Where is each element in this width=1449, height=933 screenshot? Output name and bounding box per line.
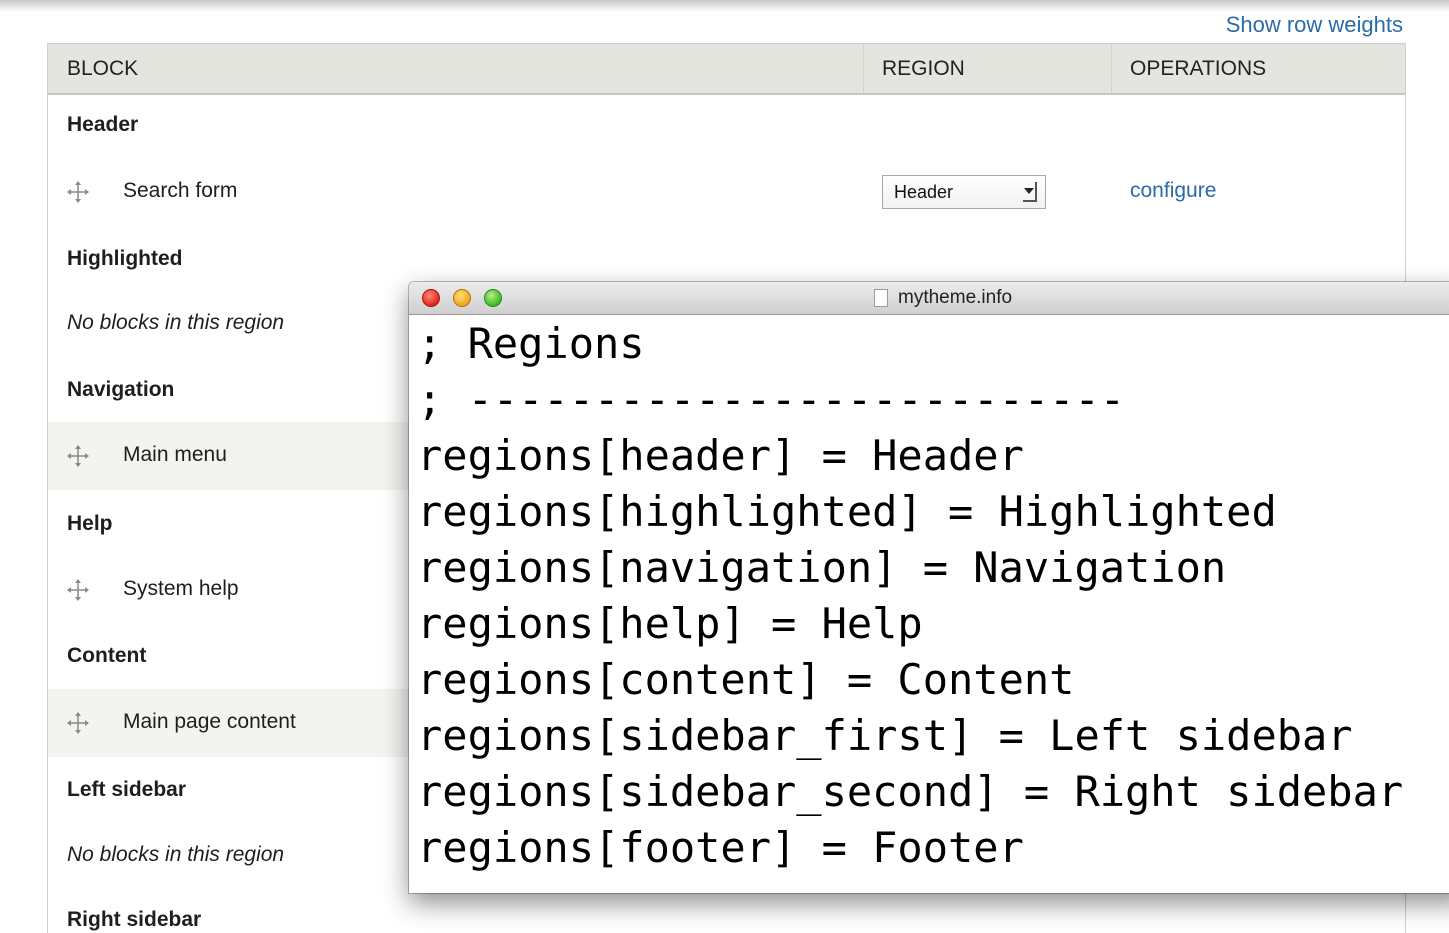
window-title: mytheme.info [898, 287, 1013, 308]
code-line: ; Regions [417, 319, 645, 368]
region-row-header: Header [48, 95, 1405, 159]
chevron-down-icon [1024, 188, 1034, 194]
window-titlebar[interactable]: mytheme.info [409, 282, 1449, 315]
code-line: regions[help] = Help [417, 599, 923, 648]
block-label: System help [123, 577, 239, 600]
region-row-right-sidebar: Right sidebar [48, 889, 1405, 933]
empty-region-message: No blocks in this region [67, 311, 285, 334]
code-line: regions[header] = Header [417, 431, 1024, 480]
code-editor[interactable]: ; Regions ; -------------------------- r… [409, 316, 1449, 893]
code-line: regions[content] = Content [417, 655, 1075, 704]
region-title: Left sidebar [67, 778, 187, 801]
code-line: ; -------------------------- [417, 375, 1126, 424]
region-title: Right sidebar [67, 908, 202, 931]
drag-handle-icon[interactable] [67, 181, 89, 203]
zoom-window-icon[interactable] [484, 289, 502, 307]
drag-handle-icon[interactable] [67, 712, 89, 734]
drag-handle-icon[interactable] [67, 445, 89, 467]
block-label: Main page content [123, 710, 296, 733]
code-line: regions[footer] = Footer [417, 823, 1024, 872]
column-divider [863, 44, 864, 93]
region-title: Highlighted [67, 247, 183, 270]
close-window-icon[interactable] [422, 289, 440, 307]
region-title: Header [67, 113, 139, 136]
code-line: regions[highlighted] = Highlighted [417, 487, 1277, 536]
table-row: Search form Header configure [48, 159, 1405, 225]
region-title: Help [67, 512, 113, 535]
top-shadow [0, 0, 1449, 12]
text-editor-window: mytheme.info ; Regions ; ---------------… [409, 282, 1449, 893]
document-icon [874, 289, 888, 307]
region-select-value: Header [894, 182, 954, 202]
block-label: Main menu [123, 443, 227, 466]
code-line: regions[navigation] = Navigation [417, 543, 1227, 592]
region-select[interactable]: Header [882, 175, 1046, 209]
block-layout-page: Show row weights BLOCK REGION OPERATIONS… [0, 0, 1449, 933]
column-header-block: BLOCK [67, 57, 139, 80]
region-title: Content [67, 644, 147, 667]
empty-region-message: No blocks in this region [67, 843, 285, 866]
minimize-window-icon[interactable] [453, 289, 471, 307]
block-label: Search form [123, 179, 238, 202]
column-divider [1111, 44, 1112, 93]
column-header-region: REGION [882, 57, 965, 80]
region-title: Navigation [67, 378, 175, 401]
show-row-weights-link[interactable]: Show row weights [1226, 12, 1403, 38]
drag-handle-icon[interactable] [67, 579, 89, 601]
code-line: regions[sidebar_second] = Right sidebar [417, 767, 1404, 816]
configure-link[interactable]: configure [1130, 179, 1216, 203]
column-header-operations: OPERATIONS [1130, 57, 1267, 80]
table-header: BLOCK REGION OPERATIONS [48, 43, 1405, 95]
code-line: regions[sidebar_first] = Left sidebar [417, 711, 1353, 760]
